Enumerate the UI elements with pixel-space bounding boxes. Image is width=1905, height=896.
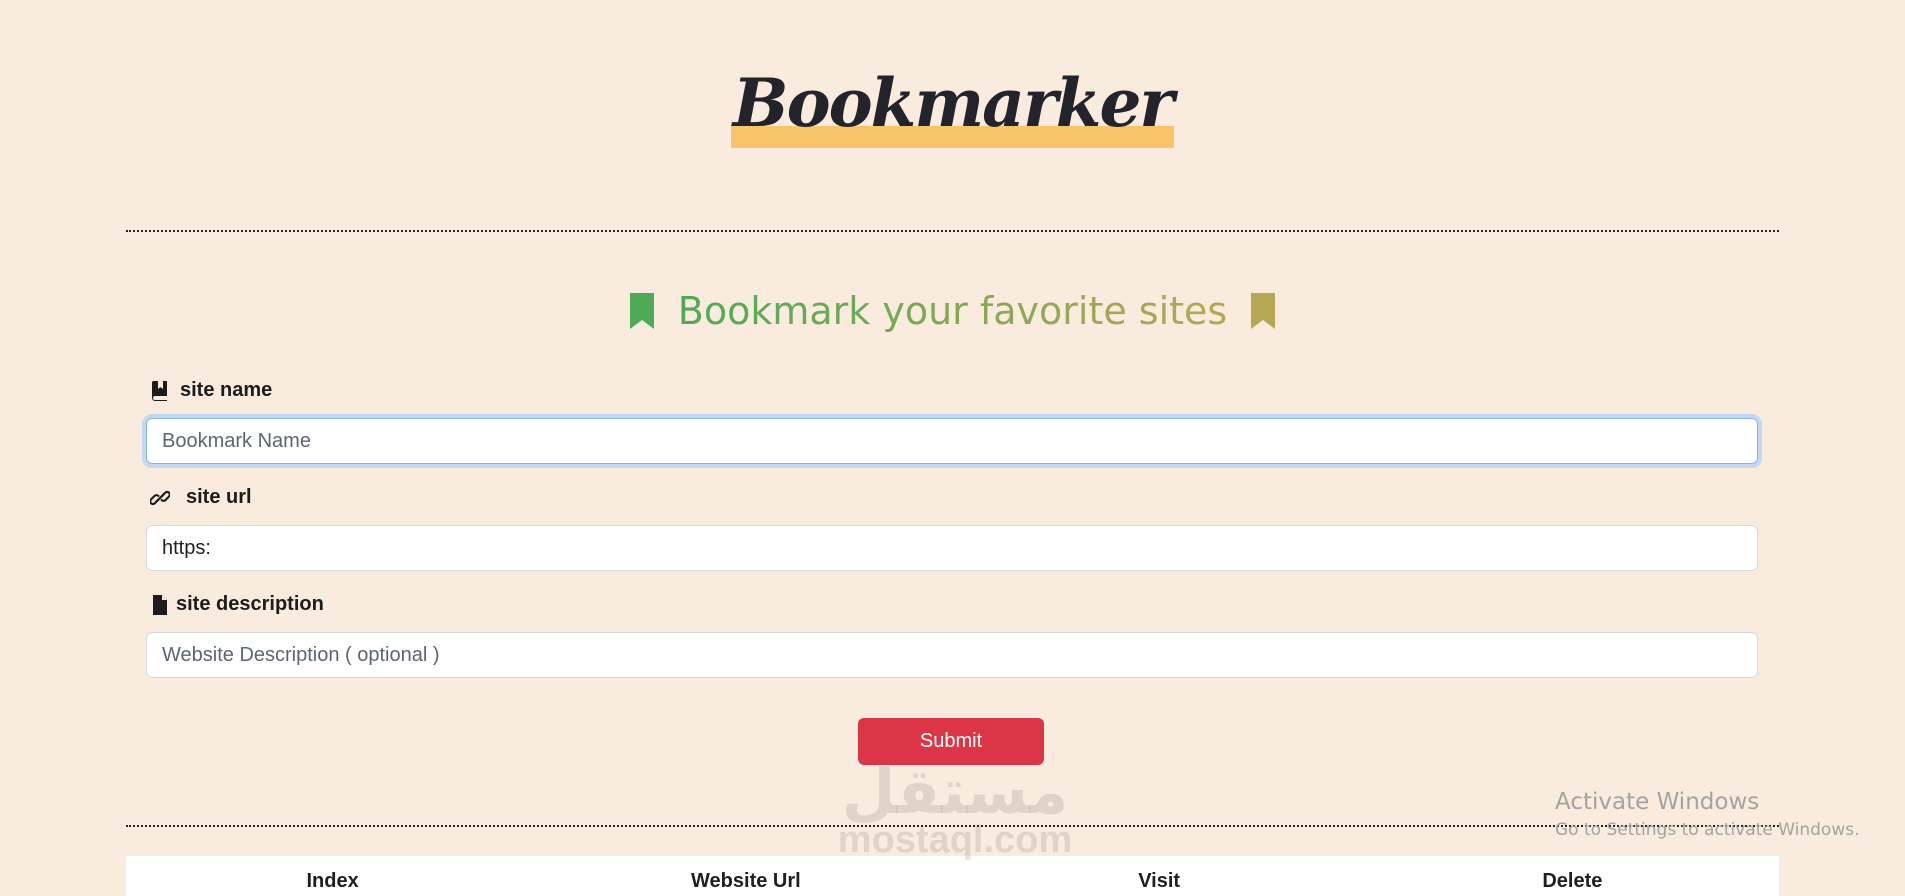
bottom-divider [126,825,1779,827]
column-header-index: Index [306,870,359,892]
activate-windows-subtitle: Go to Settings to activate Windows. [1555,820,1860,840]
heading-text: Bookmark your favorite sites [677,288,1228,333]
bookmarks-table: Index Website Url Visit Delete [126,856,1779,896]
activate-windows-overlay: Activate Windows Go to Settings to activ… [1555,787,1860,841]
file-icon [150,594,170,616]
watermark: مستقل mostaql.com [830,755,1080,861]
site-description-input[interactable] [146,632,1758,678]
table-header-row: Index Website Url Visit Delete [126,856,1779,894]
bookmark-icon [1249,292,1277,330]
site-name-input[interactable] [146,418,1758,464]
bookmark-icon [628,292,656,330]
site-url-label-text: site url [186,486,252,508]
submit-button[interactable]: Submit [858,718,1044,765]
book-bookmark-icon [150,380,170,402]
site-name-label-text: site name [180,379,273,401]
column-header-website-url: Website Url [691,870,801,892]
header: Bookmarker [0,64,1905,148]
top-divider [126,230,1779,232]
link-icon [150,487,170,509]
site-description-label: site description [150,593,324,616]
column-header-delete: Delete [1542,870,1603,892]
logo-text: Bookmarker [730,64,1175,148]
site-url-label: site url [150,486,252,509]
site-url-input[interactable] [146,525,1758,571]
column-header-visit: Visit [1138,870,1181,892]
site-description-label-text: site description [176,593,324,615]
activate-windows-title: Activate Windows [1555,789,1760,815]
site-name-label: site name [150,379,272,402]
watermark-arabic: مستقل [841,755,1069,828]
form-heading: Bookmark your favorite sites [0,284,1905,335]
